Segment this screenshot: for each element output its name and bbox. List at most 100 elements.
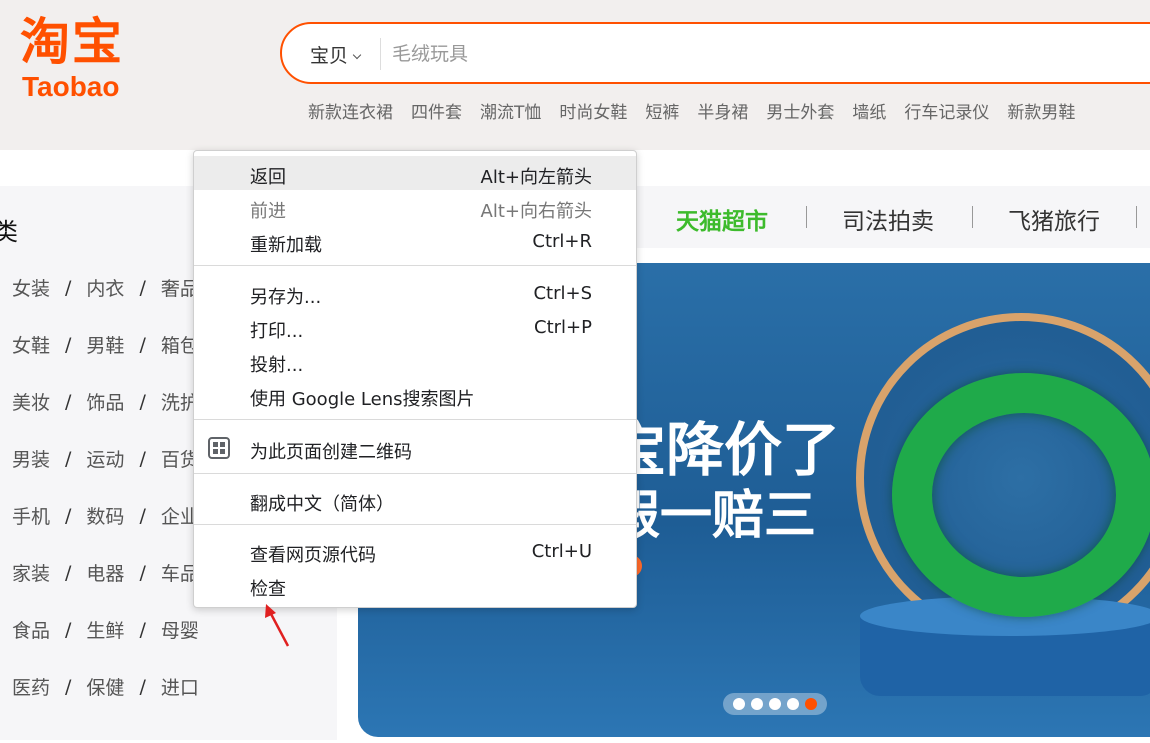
- category-separator: /: [139, 504, 146, 527]
- menu-item-shortcut: Ctrl+U: [531, 541, 592, 562]
- menu-item-back[interactable]: 返回 Alt+向左箭头: [194, 156, 636, 190]
- context-menu: 返回 Alt+向左箭头 前进 Alt+向右箭头 重新加载 Ctrl+R 另存为.…: [193, 150, 637, 608]
- hot-word-link[interactable]: 半身裙: [697, 98, 748, 123]
- category-link[interactable]: 家装: [12, 559, 50, 586]
- category-separator: /: [65, 504, 72, 527]
- carousel-dot[interactable]: [769, 698, 781, 710]
- category-link[interactable]: 手机: [12, 502, 50, 529]
- category-row: 家装 / 电器 / 车品: [12, 559, 199, 586]
- menu-item-label: 使用 Google Lens搜索图片: [250, 389, 475, 410]
- category-separator: /: [139, 333, 146, 356]
- chevron-down-icon: [352, 50, 362, 60]
- category-link[interactable]: 女装: [12, 274, 50, 301]
- nav-tmall-supermarket[interactable]: 天猫超市: [676, 202, 768, 236]
- menu-item-label: 查看网页源代码: [250, 545, 376, 566]
- category-separator: /: [65, 390, 72, 413]
- category-link[interactable]: 运动: [86, 445, 124, 472]
- category-separator: /: [65, 618, 72, 641]
- menu-item-save-as[interactable]: 另存为... Ctrl+S: [194, 276, 636, 310]
- category-link[interactable]: 母婴: [161, 616, 199, 643]
- menu-item-shortcut: Ctrl+R: [532, 231, 592, 252]
- menu-item-shortcut: Alt+向右箭头: [480, 201, 592, 222]
- carousel-dot[interactable]: [733, 698, 745, 710]
- category-title: 类: [0, 218, 18, 246]
- category-link[interactable]: 医药: [12, 673, 50, 700]
- category-link[interactable]: 内衣: [86, 274, 124, 301]
- category-separator: /: [139, 675, 146, 698]
- hot-word-link[interactable]: 新款连衣裙: [308, 98, 393, 123]
- menu-item-forward[interactable]: 前进 Alt+向右箭头: [194, 190, 636, 224]
- hot-word-link[interactable]: 潮流T恤: [480, 98, 541, 123]
- category-separator: /: [65, 333, 72, 356]
- nav-fliggy-travel[interactable]: 飞猪旅行: [1008, 202, 1100, 236]
- category-separator: /: [65, 675, 72, 698]
- category-row: 美妆 / 饰品 / 洗护: [12, 388, 199, 415]
- nav-divider: [972, 206, 973, 228]
- category-link[interactable]: 电器: [86, 559, 124, 586]
- category-row: 男装 / 运动 / 百货: [12, 445, 199, 472]
- hot-word-link[interactable]: 男士外套: [766, 98, 834, 123]
- banner-subheadline: 假一赔三: [608, 486, 817, 546]
- hot-word-link[interactable]: 时尚女鞋: [559, 98, 627, 123]
- carousel-dot[interactable]: [787, 698, 799, 710]
- jade-bangle-image: [892, 373, 1150, 617]
- menu-item-print[interactable]: 打印... Ctrl+P: [194, 310, 636, 344]
- menu-item-view-source[interactable]: 查看网页源代码 Ctrl+U: [194, 534, 636, 568]
- menu-item-label: 返回: [250, 167, 286, 188]
- hot-word-link[interactable]: 四件套: [411, 98, 462, 123]
- category-separator: /: [139, 618, 146, 641]
- header: 淘宝 Taobao 宝贝 新款连衣裙 四件套 潮流T恤 时尚女鞋 短裤 半身裙 …: [0, 0, 1150, 150]
- channel-nav: 天猫超市 司法拍卖 飞猪旅行: [630, 186, 1150, 248]
- menu-item-label: 前进: [250, 201, 286, 222]
- hot-word-link[interactable]: 短裤: [645, 98, 679, 123]
- hot-word-link[interactable]: 墙纸: [852, 98, 886, 123]
- category-link[interactable]: 进口: [161, 673, 199, 700]
- menu-item-cast[interactable]: 投射...: [194, 344, 636, 378]
- category-separator: /: [139, 447, 146, 470]
- menu-item-inspect[interactable]: 检查: [194, 568, 636, 602]
- nav-divider: [1136, 206, 1137, 228]
- category-link[interactable]: 生鲜: [86, 616, 124, 643]
- category-row: 女装 / 内衣 / 奢品: [12, 274, 199, 301]
- category-link[interactable]: 美妆: [12, 388, 50, 415]
- carousel-dot[interactable]: [751, 698, 763, 710]
- category-link[interactable]: 保健: [86, 673, 124, 700]
- category-link[interactable]: 食品: [12, 616, 50, 643]
- search-bar: 宝贝: [280, 22, 1150, 84]
- menu-separator: [194, 265, 636, 266]
- category-separator: /: [139, 561, 146, 584]
- menu-item-shortcut: Alt+向左箭头: [480, 167, 592, 188]
- menu-item-translate[interactable]: 翻成中文（简体）: [194, 483, 636, 517]
- category-link[interactable]: 男鞋: [86, 331, 124, 358]
- qr-code-icon: [208, 437, 230, 459]
- category-row: 手机 / 数码 / 企业: [12, 502, 199, 529]
- category-link[interactable]: 饰品: [86, 388, 124, 415]
- search-divider: [380, 38, 381, 70]
- menu-item-label: 翻成中文（简体）: [250, 494, 394, 515]
- category-row: 医药 / 保健 / 进口: [12, 673, 199, 700]
- category-link[interactable]: 数码: [86, 502, 124, 529]
- menu-item-label: 重新加载: [250, 235, 322, 256]
- search-input[interactable]: [392, 34, 892, 74]
- menu-item-label: 打印...: [250, 321, 304, 342]
- search-type-select[interactable]: 宝贝: [310, 41, 362, 68]
- menu-item-label: 另存为...: [250, 287, 322, 308]
- category-row: 女鞋 / 男鞋 / 箱包: [12, 331, 199, 358]
- category-separator: /: [65, 276, 72, 299]
- category-separator: /: [65, 447, 72, 470]
- hot-word-link[interactable]: 新款男鞋: [1007, 98, 1075, 123]
- carousel-indicators: [723, 693, 827, 715]
- category-separator: /: [139, 276, 146, 299]
- menu-item-google-lens[interactable]: 使用 Google Lens搜索图片: [194, 378, 636, 412]
- taobao-logo-en[interactable]: Taobao: [22, 70, 119, 104]
- category-link[interactable]: 女鞋: [12, 331, 50, 358]
- menu-item-label: 检查: [250, 579, 286, 600]
- taobao-logo-cn[interactable]: 淘宝: [20, 14, 124, 70]
- nav-judicial-auction[interactable]: 司法拍卖: [842, 202, 934, 236]
- category-link[interactable]: 男装: [12, 445, 50, 472]
- hot-word-link[interactable]: 行车记录仪: [904, 98, 989, 123]
- menu-item-reload[interactable]: 重新加载 Ctrl+R: [194, 224, 636, 258]
- annotation-arrow-icon: [265, 604, 290, 647]
- menu-item-create-qr[interactable]: 为此页面创建二维码: [194, 431, 636, 465]
- carousel-dot-active[interactable]: [805, 698, 817, 710]
